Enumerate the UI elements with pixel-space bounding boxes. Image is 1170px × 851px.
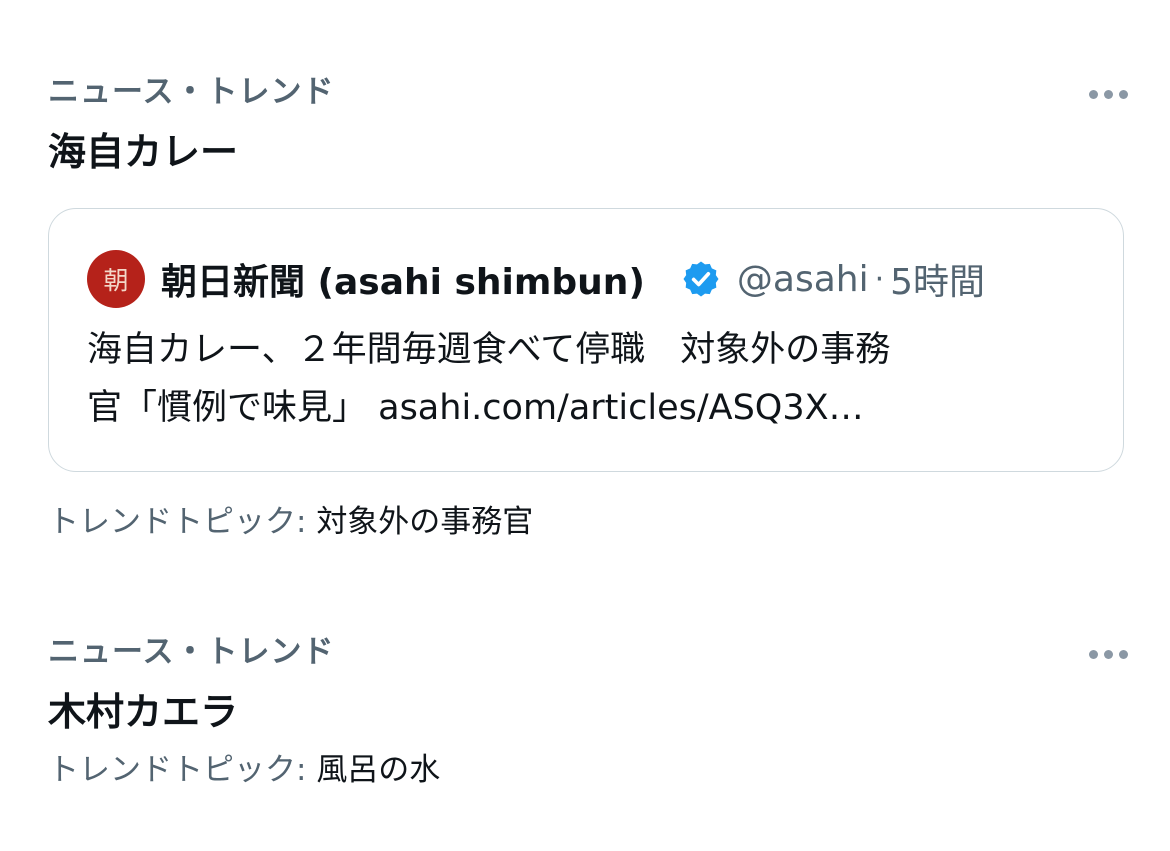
trend-topic: トレンドトピック: 風呂の水: [48, 748, 1122, 792]
separator-dot: ·: [874, 261, 885, 297]
tweet-header: 朝 朝日新聞 (asahi shimbun) @asahi · 5時間: [87, 249, 985, 309]
author-handle[interactable]: @asahi: [737, 259, 869, 300]
trend-category: ニュース・トレンド: [48, 634, 335, 670]
trend-topic-label: トレンドトピック:: [48, 504, 307, 540]
author-name[interactable]: 朝日新聞 (asahi shimbun): [161, 253, 645, 305]
more-options-icon[interactable]: [1080, 80, 1136, 108]
trend-item[interactable]: ニュース・トレンド 木村カエラ トレンドトピック: 風呂の水: [48, 630, 1128, 792]
tweet-text-line: 官「慣例で味見」 asahi.com/articles/ASQ3X…: [87, 388, 864, 428]
tweet-card[interactable]: 朝 朝日新聞 (asahi shimbun) @asahi · 5時間 海自カレ…: [48, 208, 1124, 472]
trend-title: 海自カレー: [48, 130, 239, 174]
trend-category: ニュース・トレンド: [48, 74, 335, 110]
tweet-text-line: 海自カレー、２年間毎週食べて停職 対象外の事務: [87, 330, 891, 370]
verified-badge-icon: [683, 261, 719, 297]
trend-topic-value: 風呂の水: [316, 752, 441, 788]
more-options-icon[interactable]: [1080, 640, 1136, 668]
trend-topic: トレンドトピック: 対象外の事務官: [48, 500, 533, 544]
tweet-time[interactable]: 5時間: [890, 253, 985, 305]
trend-item[interactable]: ニュース・トレンド 海自カレー 朝 朝日新聞 (asahi shimbun) @…: [48, 70, 1128, 540]
trend-title: 木村カエラ: [48, 690, 239, 734]
tweet-text: 海自カレー、２年間毎週食べて停職 対象外の事務 官「慣例で味見」 asahi.c…: [87, 321, 1093, 437]
trend-topic-value: 対象外の事務官: [316, 504, 534, 540]
avatar[interactable]: 朝: [87, 250, 145, 308]
avatar-text: 朝: [103, 266, 129, 295]
trend-topic-label: トレンドトピック:: [48, 752, 307, 788]
